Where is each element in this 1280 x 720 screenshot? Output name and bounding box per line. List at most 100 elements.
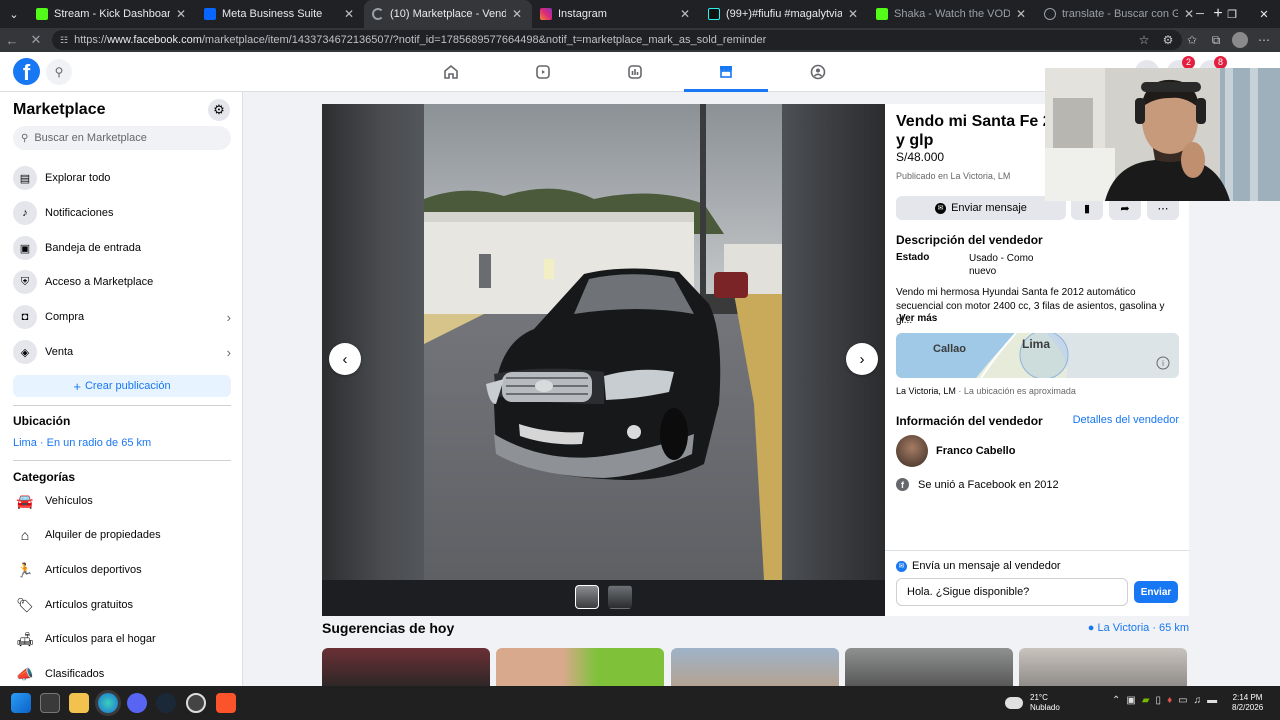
- extensions-icon[interactable]: ⚙: [1156, 30, 1180, 50]
- marketplace-search-input[interactable]: ⚲ Buscar en Marketplace: [13, 126, 231, 150]
- category-label: Alquiler de propiedades: [45, 529, 161, 541]
- browser-tab[interactable]: Instagram ✕: [532, 0, 700, 28]
- see-more-link[interactable]: Ver más: [899, 313, 937, 324]
- tray-volume-mixer-icon[interactable]: ▯: [1156, 695, 1162, 706]
- category-property-rentals[interactable]: ⌂ Alquiler de propiedades: [13, 520, 233, 550]
- browser-profile-avatar[interactable]: [1232, 32, 1248, 48]
- sidebar-item-label: Venta: [45, 346, 74, 358]
- location-filter-link[interactable]: Lima · En un radio de 65 km: [13, 437, 151, 449]
- location-main: La Victoria, LM: [896, 386, 956, 396]
- browser-tab[interactable]: (99+)#fiufiu #magalytviafirme #k ✕: [700, 0, 868, 28]
- tray-battery-icon[interactable]: ▬: [1207, 695, 1217, 706]
- nav-marketplace-icon[interactable]: [684, 52, 768, 92]
- message-input[interactable]: Hola. ¿Sigue disponible?: [896, 578, 1128, 606]
- tab-close-icon[interactable]: ✕: [846, 7, 860, 21]
- nav-video-icon[interactable]: [501, 52, 585, 92]
- site-info-icon[interactable]: ☷: [60, 35, 68, 46]
- edge-browser-icon[interactable]: [98, 693, 118, 713]
- sidebar-item-buy[interactable]: ◘ Compra ›: [13, 302, 233, 332]
- windows-start-icon[interactable]: [11, 693, 31, 713]
- close-window-icon[interactable]: ✕: [1248, 0, 1280, 28]
- browser-tab[interactable]: Shaka - Watch the VOD on Kick ✕: [868, 0, 1036, 28]
- sidebar-item-label: Compra: [45, 311, 85, 323]
- listing-photo-viewer: ‹ ›: [322, 104, 885, 616]
- sidebar-item-label: Bandeja de entrada: [45, 242, 142, 254]
- back-icon[interactable]: ←: [0, 33, 24, 48]
- plus-icon: +: [73, 378, 81, 394]
- seller-avatar[interactable]: [896, 435, 928, 467]
- suggestion-card[interactable]: [1019, 648, 1187, 686]
- discord-icon[interactable]: [127, 693, 147, 713]
- nav-professional-dashboard-icon[interactable]: [593, 52, 677, 92]
- settings-gear-icon[interactable]: ⚙: [208, 99, 230, 121]
- browser-tab[interactable]: Stream - Kick Dashboard ✕: [28, 0, 196, 28]
- tab-close-icon[interactable]: ✕: [174, 7, 188, 21]
- create-listing-button[interactable]: + Crear publicación: [13, 375, 231, 397]
- browser-menu-icon[interactable]: ⋯: [1252, 30, 1276, 50]
- sidebar-item-notifications[interactable]: ♪ Notificaciones: [13, 198, 233, 228]
- tab-close-icon[interactable]: ✕: [342, 7, 356, 21]
- photo-thumbnail[interactable]: [575, 585, 599, 609]
- favorites-icon[interactable]: ✩: [1180, 30, 1204, 50]
- address-bar[interactable]: ☷ https://www.facebook.com/marketplace/i…: [52, 30, 1182, 50]
- suggestion-card[interactable]: [322, 648, 490, 686]
- sidebar-item-sell[interactable]: ◈ Venta ›: [13, 337, 233, 367]
- obs-icon[interactable]: [186, 693, 206, 713]
- restore-icon[interactable]: ❐: [1216, 0, 1248, 28]
- seller-details-link[interactable]: Detalles del vendedor: [1073, 414, 1179, 426]
- brave-icon[interactable]: [216, 693, 236, 713]
- listing-photo[interactable]: [424, 104, 782, 580]
- browser-tab-active[interactable]: (10) Marketplace - Vendo mi Santa ✕: [364, 0, 532, 28]
- browser-tab[interactable]: Meta Business Suite ✕: [196, 0, 364, 28]
- search-icon[interactable]: ⚲: [46, 59, 72, 85]
- taskbar-clock[interactable]: 2:14 PM 8/2/2026: [1232, 693, 1263, 713]
- tab-close-icon[interactable]: ✕: [1014, 7, 1028, 21]
- create-listing-label: Crear publicación: [84, 380, 171, 392]
- category-free[interactable]: 🏷 Artículos gratuitos: [13, 590, 233, 620]
- sidebar-item-access[interactable]: ⛨ Acceso a Marketplace: [13, 267, 233, 297]
- photo-thumbnail[interactable]: [608, 585, 632, 609]
- tab-search-icon[interactable]: ⌄: [0, 0, 28, 28]
- send-message-button[interactable]: ✉ Enviar mensaje: [896, 196, 1066, 220]
- suggestion-card[interactable]: [671, 648, 839, 686]
- send-button[interactable]: Enviar: [1134, 581, 1178, 603]
- tray-speaker-icon[interactable]: ♫: [1194, 695, 1202, 706]
- tray-app-icon[interactable]: ▣: [1126, 695, 1135, 706]
- instagram-favicon-icon: [540, 8, 552, 20]
- suggestions-location-link[interactable]: ● La Victoria · 65 km: [1088, 622, 1189, 634]
- tab-close-icon[interactable]: ✕: [678, 7, 692, 21]
- sidebar-item-explore[interactable]: ▤ Explorar todo: [13, 163, 233, 193]
- tray-microphone-icon[interactable]: ♦: [1167, 695, 1172, 706]
- suggestion-card[interactable]: [496, 648, 664, 686]
- bookmark-star-icon[interactable]: ☆: [1132, 30, 1156, 50]
- published-location: Publicado en La Victoria, LM: [896, 171, 1011, 181]
- browser-tab[interactable]: translate - Buscar con Google ✕: [1036, 0, 1204, 28]
- tab-close-icon[interactable]: ✕: [510, 7, 524, 21]
- next-photo-arrow-icon[interactable]: ›: [846, 343, 878, 375]
- previous-photo-arrow-icon[interactable]: ‹: [329, 343, 361, 375]
- suggestion-card[interactable]: [845, 648, 1013, 686]
- facebook-logo[interactable]: f: [13, 58, 40, 85]
- nav-groups-icon[interactable]: [776, 52, 860, 92]
- weather-widget[interactable]: 21°C Nublado: [1005, 693, 1060, 713]
- steam-icon[interactable]: [156, 693, 176, 713]
- file-explorer-icon[interactable]: [69, 693, 89, 713]
- location-map[interactable]: i Callao Lima: [896, 333, 1179, 378]
- minimize-icon[interactable]: ─: [1184, 0, 1216, 28]
- tray-chevron-up-icon[interactable]: ⌃: [1112, 695, 1120, 706]
- tray-network-icon[interactable]: ▭: [1178, 695, 1187, 706]
- task-view-icon[interactable]: [40, 693, 60, 713]
- sidebar-item-inbox[interactable]: ▣ Bandeja de entrada: [13, 233, 233, 263]
- nav-home-icon[interactable]: [409, 52, 493, 92]
- tray-nvidia-icon[interactable]: ▰: [1142, 695, 1150, 706]
- category-vehicles[interactable]: 🚘 Vehículos: [13, 486, 233, 516]
- category-sports[interactable]: 🏃 Artículos deportivos: [13, 555, 233, 585]
- collections-icon[interactable]: ⧉: [1204, 30, 1228, 50]
- weather-temperature: 21°C: [1030, 693, 1048, 702]
- tag-icon: ◈: [13, 340, 37, 364]
- category-classifieds[interactable]: 📣 Clasificados: [13, 659, 233, 686]
- stop-loading-icon[interactable]: ✕: [24, 32, 48, 48]
- send-message-heading-text: Envía un mensaje al vendedor: [912, 560, 1061, 572]
- category-home[interactable]: 🛋 Artículos para el hogar: [13, 624, 233, 654]
- seller-name[interactable]: Franco Cabello: [936, 445, 1015, 457]
